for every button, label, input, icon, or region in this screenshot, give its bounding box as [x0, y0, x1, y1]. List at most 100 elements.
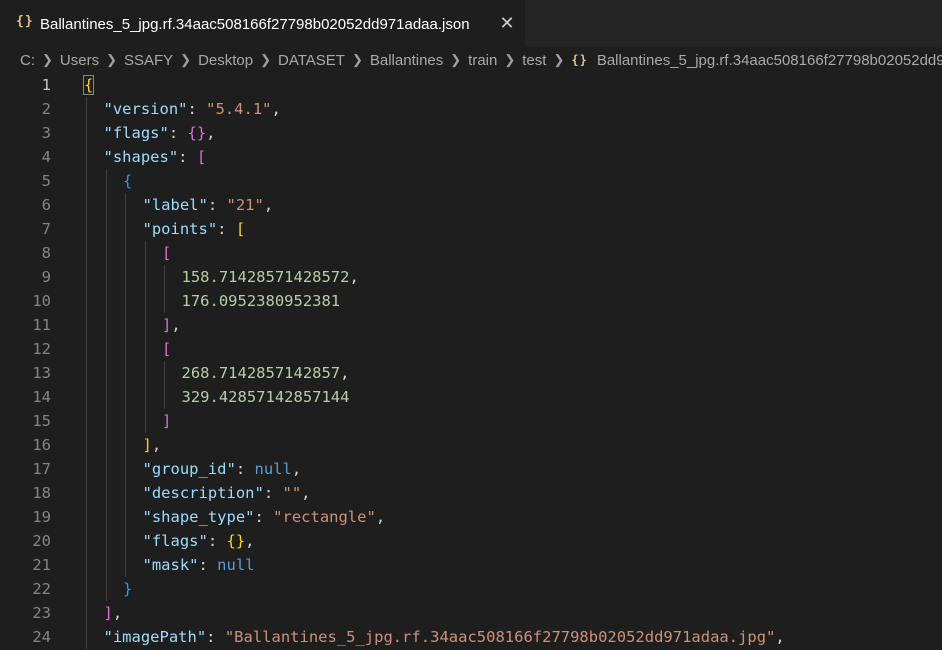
breadcrumb-item-ssafy[interactable]: SSAFY: [124, 52, 173, 69]
line-number: 13: [32, 364, 51, 382]
line-number: 19: [32, 508, 51, 526]
code-token: "points": [142, 220, 218, 238]
code-text: "flags": {},: [104, 121, 216, 145]
code-line[interactable]: 9 158.71428571428572,: [0, 265, 942, 289]
code-token: [: [162, 340, 172, 358]
tab-title[interactable]: Ballantines_5_jpg.rf.34aac508166f27798b0…: [40, 16, 470, 33]
line-number: 9: [41, 268, 51, 286]
code-token: ,: [301, 484, 311, 502]
breadcrumb-item-desktop[interactable]: Desktop: [198, 52, 253, 69]
code-line[interactable]: 2 "version": "5.4.1",: [0, 97, 942, 121]
code-line[interactable]: 10 176.0952380952381: [0, 289, 942, 313]
line-number: 12: [32, 340, 51, 358]
code-text: 158.71428571428572,: [182, 265, 359, 289]
line-number: 18: [32, 484, 51, 502]
code-text: "points": [: [143, 217, 246, 241]
code-line[interactable]: 24 "imagePath": "Ballantines_5_jpg.rf.34a…: [0, 625, 942, 649]
code-line[interactable]: 4 "shapes": [: [0, 145, 942, 169]
line-number: 5: [41, 172, 51, 190]
breadcrumb-item-file[interactable]: Ballantines_5_jpg.rf.34aac508166f27798b0…: [597, 52, 942, 69]
code-line[interactable]: 5{: [0, 169, 942, 193]
code-token: {: [123, 172, 133, 190]
code-token: :: [178, 148, 197, 166]
line-number: 17: [32, 460, 51, 478]
code-line[interactable]: 15]: [0, 409, 942, 433]
code-token: ]: [103, 604, 113, 622]
code-token: :: [206, 628, 225, 646]
code-line[interactable]: 23],: [0, 601, 942, 625]
code-token: ,: [340, 364, 350, 382]
code-line[interactable]: 14 329.42857142857144: [0, 385, 942, 409]
breadcrumb-item-dataset[interactable]: DATASET: [278, 52, 345, 69]
line-number: 7: [41, 220, 51, 238]
line-number: 14: [32, 388, 51, 406]
code-line[interactable]: 22}: [0, 577, 942, 601]
code-line[interactable]: 1{: [0, 73, 942, 97]
code-line[interactable]: 16],: [0, 433, 942, 457]
code-token: :: [198, 556, 218, 574]
code-token: "shape_type": [142, 508, 255, 526]
line-number: 21: [32, 556, 51, 574]
code-token: ,: [375, 508, 386, 526]
breadcrumb: C: ❯ Users ❯ SSAFY ❯ Desktop ❯ DATASET ❯…: [0, 47, 942, 73]
code-text: ]: [162, 409, 171, 433]
code-line[interactable]: 12 [: [0, 337, 942, 361]
code-token: "group_id": [142, 460, 236, 478]
breadcrumb-item-train[interactable]: train: [468, 52, 497, 69]
code-line[interactable]: 20 "flags": {},: [0, 529, 942, 553]
code-text: {: [82, 73, 95, 97]
code-text: "flags": {},: [143, 529, 255, 553]
breadcrumb-item-ballantines[interactable]: Ballantines: [370, 52, 443, 69]
code-text: "shapes": [: [104, 145, 207, 169]
code-token: "flags": [142, 532, 208, 550]
code-line[interactable]: 21 "mask": null: [0, 553, 942, 577]
breadcrumb-item-test[interactable]: test: [522, 52, 546, 69]
code-token: "5.4.1": [206, 100, 272, 118]
line-number: 10: [32, 292, 51, 310]
chevron-right-icon: ❯: [180, 52, 192, 67]
breadcrumb-item-users[interactable]: Users: [60, 52, 99, 69]
line-number: 8: [41, 244, 51, 262]
code-line[interactable]: 11],: [0, 313, 942, 337]
code-token: :: [187, 100, 207, 118]
code-token: "rectangle": [273, 508, 376, 526]
chevron-right-icon: ❯: [42, 52, 53, 67]
chevron-right-icon: ❯: [351, 52, 363, 67]
code-token: null: [254, 460, 292, 478]
code-line[interactable]: 19 "shape_type": "rectangle",: [0, 505, 942, 529]
code-line[interactable]: 17 "group_id": null,: [0, 457, 942, 481]
code-token: :: [263, 484, 283, 502]
code-token: {}: [187, 124, 207, 142]
code-token: ,: [245, 532, 255, 550]
code-token: ,: [291, 460, 302, 478]
code-text: "version": "5.4.1",: [104, 97, 281, 121]
code-text: "label": "21",: [143, 193, 274, 217]
editor-tab[interactable]: {} Ballantines_5_jpg.rf.34aac508166f2779…: [0, 0, 525, 47]
close-icon[interactable]: ✕: [497, 13, 517, 33]
code-token: "21": [226, 196, 264, 214]
code-line[interactable]: 8[: [0, 241, 942, 265]
code-token: "mask": [142, 556, 199, 574]
line-number: 23: [32, 604, 51, 622]
code-line[interactable]: 6 "label": "21",: [0, 193, 942, 217]
code-token: 268.7142857142857: [181, 364, 341, 382]
code-token: ,: [349, 268, 359, 286]
chevron-right-icon: ❯: [504, 52, 516, 67]
code-token: 158.71428571428572: [181, 268, 350, 286]
code-token: "flags": [103, 124, 169, 142]
code-editor[interactable]: 1{2 "version": "5.4.1", 3 "flags": {}, 4 "sha…: [0, 73, 942, 650]
code-line[interactable]: 3 "flags": {},: [0, 121, 942, 145]
code-text: "description": "",: [143, 481, 311, 505]
code-text: ],: [143, 433, 162, 457]
code-text: {: [123, 169, 132, 193]
code-token: ,: [171, 316, 181, 334]
code-line[interactable]: 13 268.7142857142857,: [0, 361, 942, 385]
code-text: "imagePath": "Ballantines_5_jpg.rf.34aac…: [104, 625, 785, 649]
code-token: :: [254, 508, 274, 526]
code-token: ,: [263, 196, 274, 214]
code-text: "shape_type": "rectangle",: [143, 505, 386, 529]
breadcrumb-item-drive[interactable]: C:: [20, 52, 35, 69]
code-line[interactable]: 18 "description": "",: [0, 481, 942, 505]
code-line[interactable]: 7 "points": [: [0, 217, 942, 241]
code-text: 176.0952380952381: [182, 289, 341, 313]
